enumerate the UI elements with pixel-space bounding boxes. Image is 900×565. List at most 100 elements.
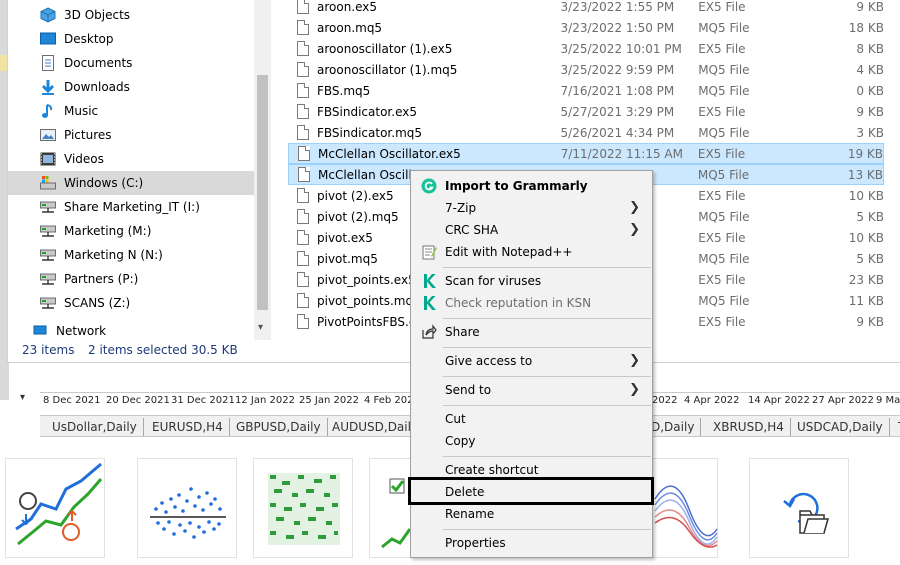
nav-item-partners[interactable]: Partners (P:) [8, 267, 254, 291]
file-date: 3/23/2022 1:55 PM [560, 0, 675, 14]
file-type: EX5 File [698, 314, 746, 329]
file-type: MQ5 File [698, 20, 750, 35]
nav-scrollbar[interactable]: ▾ [254, 0, 271, 340]
chart-scroll-down-icon[interactable]: ▾ [20, 392, 25, 403]
file-size: 5 KB [856, 251, 884, 266]
nav-item-marketing-m[interactable]: Marketing (M:) [8, 219, 254, 243]
file-size: 10 KB [848, 188, 884, 203]
file-type: MQ5 File [697, 167, 750, 182]
menu-label: Scan for viruses [445, 274, 542, 288]
menu-label: Cut [445, 412, 466, 426]
nav-item-3d-objects[interactable]: 3D Objects [8, 3, 254, 27]
chart-tab[interactable]: EURUSD,H4 [146, 418, 230, 436]
nav-label: Documents [64, 56, 133, 70]
status-item-count: 23 items [22, 343, 75, 357]
nav-item-pictures[interactable]: Pictures [8, 123, 254, 147]
file-icon [297, 62, 309, 77]
timeline-label: 9 May [876, 395, 900, 406]
thumbnail-stopwatch[interactable] [5, 458, 105, 558]
menu-item-properties[interactable]: Properties [413, 532, 650, 554]
file-size: 4 KB [856, 62, 884, 77]
menu-item-give-access[interactable]: Give access to ❯ [413, 350, 650, 372]
nav-label: Share Marketing_IT (I:) [64, 200, 200, 214]
file-row-selected[interactable]: McClellan Oscillator.ex5 7/11/2022 11:15… [288, 143, 884, 164]
file-size: 9 KB [856, 314, 884, 329]
menu-label: CRC SHA [445, 223, 499, 237]
file-row[interactable]: aroon.ex5 3/23/2022 1:55 PM EX5 File 9 K… [288, 0, 884, 17]
timeline-label: 31 Dec 2021 [171, 395, 235, 406]
file-name: McClellan Oscillator.ex5 [318, 146, 461, 161]
timeline-label: 27 Apr 2022 [812, 395, 874, 406]
file-type: EX5 File [697, 146, 746, 161]
submenu-arrow-icon: ❯ [629, 200, 640, 215]
submenu-arrow-icon: ❯ [629, 222, 640, 237]
context-menu: Import to Grammarly 7-Zip ❯ CRC SHA ❯ Ed… [410, 170, 653, 558]
file-row[interactable]: FBSindicator.ex5 5/27/2021 3:29 PM EX5 F… [288, 101, 884, 122]
nav-item-marketing-n[interactable]: Marketing N (N:) [8, 243, 254, 267]
menu-separator [443, 456, 651, 457]
network-drive-icon [40, 223, 58, 239]
menu-item-rename[interactable]: Rename [413, 503, 650, 525]
file-type: EX5 File [698, 272, 746, 287]
menu-label: Create shortcut [445, 463, 539, 477]
file-row[interactable]: FBSindicator.mq5 5/26/2021 4:34 PM MQ5 F… [288, 122, 884, 143]
chart-tab[interactable]: T [892, 418, 900, 436]
nav-item-videos[interactable]: Videos [8, 147, 254, 171]
scroll-down-arrow-icon[interactable]: ▾ [258, 322, 263, 333]
nav-item-music[interactable]: Music [8, 99, 254, 123]
nav-item-scans[interactable]: SCANS (Z:) [8, 291, 254, 315]
thumbnail-scatter[interactable] [137, 458, 237, 558]
menu-item-cut[interactable]: Cut [413, 408, 650, 430]
nav-item-windows-c[interactable]: Windows (C:) [8, 171, 254, 195]
chart-tab[interactable]: GBPUSD,Daily [230, 418, 328, 436]
file-row[interactable]: aroon.mq5 3/23/2022 1:50 PM MQ5 File 18 … [288, 17, 884, 38]
nav-label: 3D Objects [64, 8, 131, 22]
file-icon [297, 209, 309, 224]
file-icon [297, 41, 309, 56]
timeline-label: 4 Apr 2022 [684, 395, 740, 406]
file-size: 9 KB [856, 104, 884, 119]
documents-icon [40, 55, 58, 71]
nav-label: Downloads [64, 80, 130, 94]
menu-separator [443, 318, 651, 319]
menu-item-delete[interactable]: Delete [413, 481, 650, 503]
menu-item-crc-sha[interactable]: CRC SHA ❯ [413, 219, 650, 241]
chart-tab[interactable]: XBRUSD,H4 [707, 418, 791, 436]
file-size: 5 KB [856, 209, 884, 224]
nav-label: Partners (P:) [64, 272, 139, 286]
file-row[interactable]: aroonoscillator (1).ex5 3/25/2022 10:01 … [288, 38, 884, 59]
nav-item-share-marketing[interactable]: Share Marketing_IT (I:) [8, 195, 254, 219]
thumbnail-folder[interactable] [749, 458, 849, 558]
menu-item-scan-viruses[interactable]: Scan for viruses [413, 270, 650, 292]
menu-separator [443, 529, 651, 530]
menu-item-7zip[interactable]: 7-Zip ❯ [413, 197, 650, 219]
file-name: FBSindicator.mq5 [317, 125, 423, 140]
thumbnail-grid[interactable] [253, 458, 353, 558]
nav-item-documents[interactable]: Documents [8, 51, 254, 75]
file-type: MQ5 File [698, 209, 750, 224]
green-grid-icon [268, 473, 340, 545]
scatter-dots-icon [150, 487, 226, 539]
menu-item-send-to[interactable]: Send to ❯ [413, 379, 650, 401]
file-row[interactable]: aroonoscillator (1).mq5 3/25/2022 9:59 P… [288, 59, 884, 80]
menu-item-share[interactable]: Share [413, 321, 650, 343]
file-row[interactable]: FBS.mq5 7/16/2021 1:08 PM MQ5 File 0 KB [288, 80, 884, 101]
menu-item-check-reputation[interactable]: Check reputation in KSN [413, 292, 650, 314]
timeline-label: 12 Jan 2022 [235, 395, 295, 406]
file-size: 10 KB [848, 230, 884, 245]
nav-item-desktop[interactable]: Desktop [8, 27, 254, 51]
menu-item-create-shortcut[interactable]: Create shortcut [413, 459, 650, 481]
nav-item-network[interactable]: Network [8, 322, 254, 340]
file-size: 8 KB [856, 41, 884, 56]
downloads-icon [40, 79, 58, 95]
network-drive-icon [40, 295, 58, 311]
nav-item-downloads[interactable]: Downloads [8, 75, 254, 99]
file-icon [297, 104, 309, 119]
nav-scrollbar-thumb[interactable] [257, 75, 268, 310]
menu-item-edit-notepad[interactable]: Edit with Notepad++ [413, 241, 650, 263]
chart-tab[interactable]: UsDollar,Daily [46, 418, 144, 436]
menu-item-copy[interactable]: Copy [413, 430, 650, 452]
chart-tab[interactable]: USDCAD,Daily [791, 418, 890, 436]
chart-tab[interactable]: D,Daily [645, 418, 702, 436]
menu-item-import-to-grammarly[interactable]: Import to Grammarly [413, 175, 650, 197]
